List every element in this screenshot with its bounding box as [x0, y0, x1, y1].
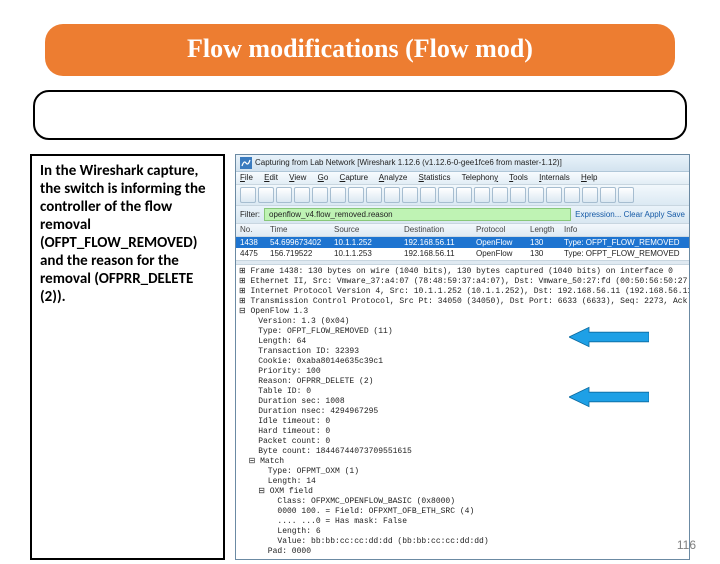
toolbar-button[interactable] — [546, 187, 562, 203]
menubar[interactable]: File Edit View Go Capture Analyze Statis… — [236, 172, 689, 185]
toolbar-button[interactable] — [582, 187, 598, 203]
col-length[interactable]: Length — [528, 224, 562, 236]
packet-row-selected[interactable]: 1438 54.699673402 10.1.1.252 192.168.56.… — [236, 237, 689, 249]
packet-details[interactable]: ⊞ Frame 1438: 130 bytes on wire (1040 bi… — [236, 265, 689, 559]
detail-line[interactable]: ⊞ Ethernet II, Src: Vmware_37:a4:07 (78:… — [239, 277, 686, 287]
col-info[interactable]: Info — [562, 224, 687, 236]
detail-line[interactable]: Pad: 0000 — [239, 547, 686, 557]
detail-line[interactable]: Packet count: 0 — [239, 437, 686, 447]
detail-line[interactable]: Idle timeout: 0 — [239, 417, 686, 427]
menu-capture[interactable]: Capture — [340, 173, 368, 182]
detail-line[interactable]: Length: 14 — [239, 477, 686, 487]
window-titlebar[interactable]: Capturing from Lab Network [Wireshark 1.… — [236, 155, 689, 172]
toolbar-button[interactable] — [618, 187, 634, 203]
toolbar-button[interactable] — [312, 187, 328, 203]
detail-line[interactable]: Length: 6 — [239, 527, 686, 537]
toolbar-button[interactable] — [600, 187, 616, 203]
toolbar-button[interactable] — [528, 187, 544, 203]
detail-line[interactable]: ⊞ Internet Protocol Version 4, Src: 10.1… — [239, 287, 686, 297]
col-no[interactable]: No. — [238, 224, 268, 236]
menu-statistics[interactable]: Statistics — [419, 173, 451, 182]
toolbar — [236, 185, 689, 206]
toolbar-button[interactable] — [330, 187, 346, 203]
toolbar-button[interactable] — [402, 187, 418, 203]
toolbar-button[interactable] — [294, 187, 310, 203]
detail-line[interactable]: Priority: 100 — [239, 367, 686, 377]
toolbar-button[interactable] — [438, 187, 454, 203]
page-number: 116 — [677, 538, 696, 552]
wireshark-window: Capturing from Lab Network [Wireshark 1.… — [235, 154, 690, 560]
wireshark-icon — [240, 157, 252, 169]
col-source[interactable]: Source — [332, 224, 402, 236]
toolbar-button[interactable] — [366, 187, 382, 203]
filter-bar: Filter: openflow_v4.flow_removed.reason … — [236, 206, 689, 225]
toolbar-button[interactable] — [258, 187, 274, 203]
menu-view[interactable]: View — [289, 173, 306, 182]
toolbar-button[interactable] — [384, 187, 400, 203]
toolbar-button[interactable] — [510, 187, 526, 203]
detail-line[interactable]: .... ...0 = Has mask: False — [239, 517, 686, 527]
detail-line[interactable]: Value: bb:bb:cc:cc:dd:dd (bb:bb:cc:cc:dd… — [239, 537, 686, 547]
packet-row[interactable]: 4475 156.719522 10.1.1.253 192.168.56.11… — [236, 248, 689, 260]
menu-file[interactable]: File — [240, 173, 253, 182]
toolbar-button[interactable] — [276, 187, 292, 203]
menu-analyze[interactable]: Analyze — [379, 173, 407, 182]
toolbar-button[interactable] — [456, 187, 472, 203]
toolbar-button[interactable] — [348, 187, 364, 203]
detail-line[interactable]: Cookie: 0xaba8014e635c39c1 — [239, 357, 686, 367]
detail-line[interactable]: Hard timeout: 0 — [239, 427, 686, 437]
detail-line[interactable]: Byte count: 18446744073709551615 — [239, 447, 686, 457]
toolbar-button[interactable] — [240, 187, 256, 203]
callout-arrow-reason — [569, 385, 649, 409]
detail-line[interactable]: Class: OFPXMC_OPENFLOW_BASIC (0x8000) — [239, 497, 686, 507]
detail-line[interactable]: ⊞ Frame 1438: 130 bytes on wire (1040 bi… — [239, 267, 686, 277]
col-time[interactable]: Time — [268, 224, 332, 236]
col-destination[interactable]: Destination — [402, 224, 474, 236]
menu-edit[interactable]: Edit — [264, 173, 278, 182]
toolbar-button[interactable] — [420, 187, 436, 203]
packet-list-header[interactable]: No. Time Source Destination Protocol Len… — [236, 224, 689, 237]
detail-line[interactable]: ⊟ OXM field — [239, 487, 686, 497]
detail-line[interactable]: ⊟ OpenFlow 1.3 — [239, 307, 686, 317]
toolbar-button[interactable] — [492, 187, 508, 203]
toolbar-button[interactable] — [474, 187, 490, 203]
filter-input[interactable]: openflow_v4.flow_removed.reason — [264, 208, 571, 222]
explanation-box: In the Wireshark capture, the switch is … — [30, 154, 225, 560]
toolbar-button[interactable] — [564, 187, 580, 203]
menu-telephony[interactable]: Telephony — [462, 173, 498, 182]
detail-line[interactable]: Type: OFPMT_OXM (1) — [239, 467, 686, 477]
callout-arrow-type — [569, 325, 649, 349]
col-protocol[interactable]: Protocol — [474, 224, 528, 236]
filter-links[interactable]: Expression... Clear Apply Save — [575, 210, 685, 220]
empty-content-frame — [33, 90, 687, 140]
detail-line[interactable]: ⊟ Match — [239, 457, 686, 467]
menu-internals[interactable]: Internals — [539, 173, 570, 182]
filter-label: Filter: — [240, 210, 260, 220]
slide-title: Flow modifications (Flow mod) — [45, 24, 675, 76]
detail-line[interactable]: ⊞ Transmission Control Protocol, Src Pt:… — [239, 297, 686, 307]
menu-go[interactable]: Go — [318, 173, 329, 182]
window-title-text: Capturing from Lab Network [Wireshark 1.… — [255, 158, 562, 168]
menu-tools[interactable]: Tools — [509, 173, 528, 182]
detail-line[interactable]: 0000 100. = Field: OFPXMT_OFB_ETH_SRC (4… — [239, 507, 686, 517]
menu-help[interactable]: Help — [581, 173, 597, 182]
